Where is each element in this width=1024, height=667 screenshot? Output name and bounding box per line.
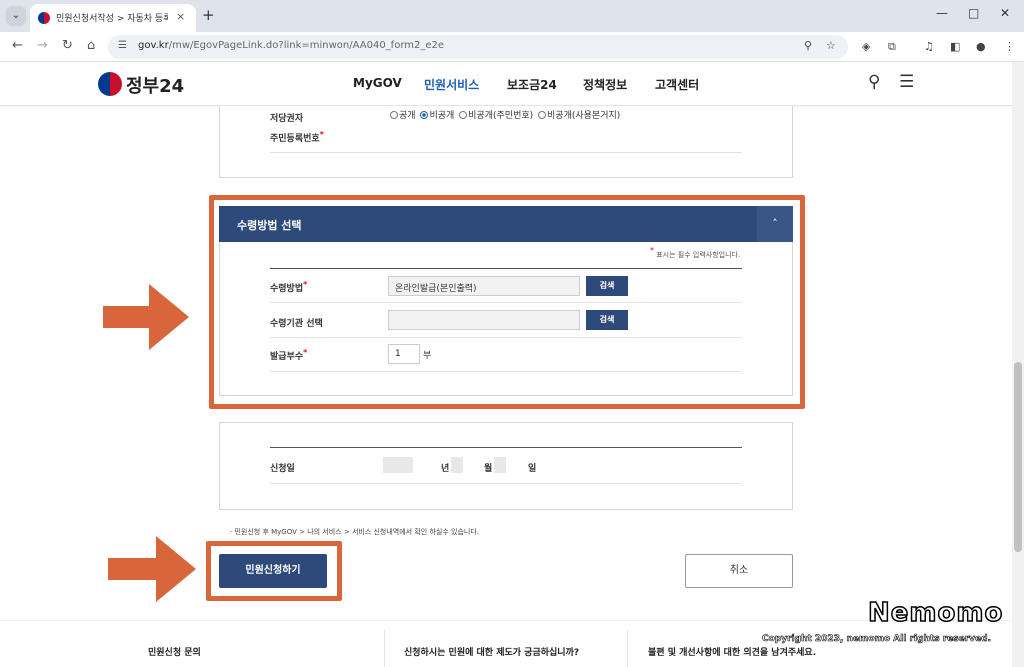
- url-text: gov.kr/mw/EgovPageLink.do?link=minwon/AA…: [138, 40, 445, 51]
- date-section: [219, 422, 793, 510]
- nav-mygov[interactable]: MyGOV: [353, 76, 402, 90]
- footer-inquiry-title: 민원신청 문의: [148, 648, 201, 658]
- day-label: 일: [528, 464, 537, 474]
- year-label: 년: [441, 464, 450, 474]
- pointer-arrow-icon: [108, 536, 196, 602]
- reload-icon[interactable]: ↻: [62, 38, 73, 53]
- profile-icon[interactable]: ●: [976, 40, 986, 53]
- radio-private-label: 비공개: [429, 111, 455, 121]
- zoom-icon[interactable]: ⚲: [804, 39, 812, 52]
- extension-icon[interactable]: ◈: [862, 40, 870, 53]
- browser-toolbar: ← → ↻ ⌂ ☰ gov.kr/mw/EgovPageLink.do?link…: [0, 32, 1024, 62]
- watermark-copyright: Copyright 2023, nemomo All rights reserv…: [762, 634, 992, 645]
- date-top-divider: [270, 447, 742, 448]
- sidepanel-icon[interactable]: ◧: [950, 40, 960, 53]
- footer-feedback: 불편 및 개선사항에 대한 의견을 남겨주세요.: [648, 648, 817, 658]
- divider: [270, 152, 742, 153]
- gov-logo-icon[interactable]: [98, 72, 122, 96]
- nav-policy-info[interactable]: 정책정보: [583, 76, 627, 93]
- footer-separator: [384, 630, 385, 667]
- new-tab-icon[interactable]: +: [202, 6, 215, 24]
- rrn-label: 주민등록번호*: [270, 130, 324, 144]
- nav-customer-center[interactable]: 고객센터: [655, 76, 699, 93]
- close-window-icon[interactable]: ✕: [1000, 6, 1010, 20]
- nav-subsidy24[interactable]: 보조금24: [507, 76, 557, 93]
- month-label: 월: [484, 464, 493, 474]
- pointer-arrow-icon: [103, 284, 189, 350]
- owner-label: 저당권자: [270, 114, 304, 124]
- disclosure-radio-group: 공개 비공개 비공개(주민번호) 비공개(사용본거지): [388, 108, 620, 121]
- cancel-button[interactable]: 취소: [685, 554, 793, 588]
- address-bar[interactable]: ☰ gov.kr/mw/EgovPageLink.do?link=minwon/…: [108, 35, 848, 59]
- footer-divider: [0, 620, 1012, 621]
- date-year-box: [383, 457, 413, 473]
- back-icon[interactable]: ←: [12, 38, 23, 53]
- bookmark-star-icon[interactable]: ☆: [826, 39, 836, 52]
- date-day-box: [494, 457, 506, 473]
- search-icon[interactable]: ⚲: [868, 72, 880, 92]
- site-info-icon[interactable]: ☰: [118, 40, 132, 54]
- footer-system-question: 신청하시는 민원에 대한 제도가 궁금하십니까?: [404, 648, 580, 658]
- home-icon[interactable]: ⌂: [87, 38, 95, 53]
- menu-icon[interactable]: ☰: [899, 72, 914, 92]
- media-icon[interactable]: ♫: [924, 40, 934, 53]
- site-header: 정부24 MyGOV 민원서비스 보조금24 정책정보 고객센터 ⚲ ☰: [0, 62, 1012, 106]
- apply-date-label: 신청일: [270, 464, 295, 474]
- radio-public-label: 공개: [399, 111, 416, 121]
- forward-icon[interactable]: →: [37, 38, 48, 53]
- gov-favicon-icon: [38, 12, 50, 24]
- divider: [270, 483, 742, 484]
- date-month-box: [451, 457, 463, 473]
- browser-tab[interactable]: 민원신청서작성 > 자동차 등록 ×: [30, 4, 196, 32]
- radio-private-address[interactable]: [538, 111, 547, 119]
- radio-private-address-label: 비공개(사용본거지): [547, 111, 621, 121]
- browser-tabbar: ⌄ 민원신청서작성 > 자동차 등록 × + — □ ✕: [0, 0, 1024, 32]
- site-logo-text[interactable]: 정부24: [126, 72, 184, 98]
- scrollbar-thumb[interactable]: [1014, 362, 1022, 552]
- radio-public[interactable]: [390, 111, 398, 119]
- footer-separator: [627, 630, 628, 667]
- radio-private[interactable]: [420, 111, 429, 119]
- watermark-brand: Nemomo: [867, 597, 1004, 629]
- radio-private-rrn[interactable]: [459, 111, 468, 119]
- minimize-icon[interactable]: —: [936, 6, 948, 20]
- tab-search-icon[interactable]: ⌄: [6, 6, 26, 26]
- nav-civil-service[interactable]: 민원서비스: [424, 76, 479, 93]
- tab-title: 민원신청서작성 > 자동차 등록: [56, 14, 168, 24]
- notice-text: · 민원신청 후 MyGOV > 나의 서비스 > 서비스 신청내역에서 확인 …: [230, 528, 479, 536]
- more-icon[interactable]: ⋮: [1004, 40, 1015, 53]
- puzzle-icon[interactable]: ⧉: [888, 40, 896, 54]
- highlight-frame: [209, 195, 805, 409]
- maximize-icon[interactable]: □: [968, 6, 979, 20]
- radio-private-rrn-label: 비공개(주민번호): [468, 111, 534, 121]
- tab-close-icon[interactable]: ×: [176, 10, 185, 23]
- submit-highlight-frame: [206, 541, 342, 601]
- page-scrollbar[interactable]: [1012, 62, 1024, 667]
